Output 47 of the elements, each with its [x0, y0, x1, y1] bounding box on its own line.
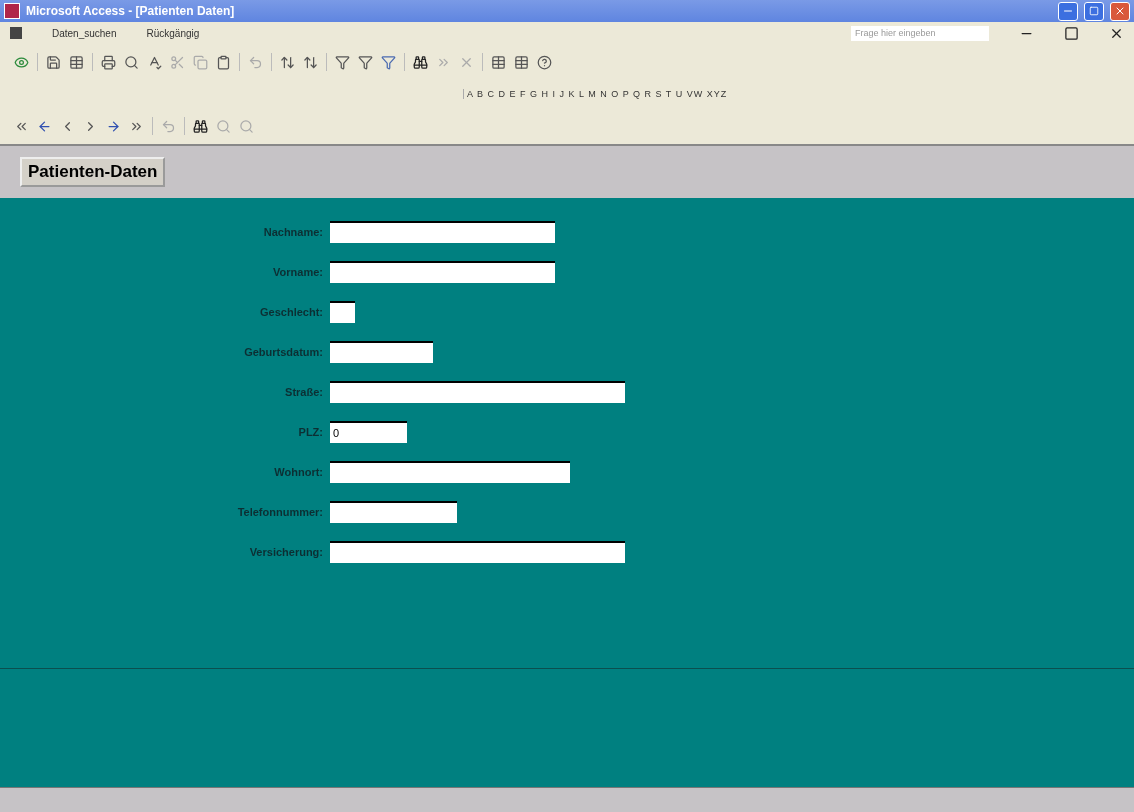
- previous-icon[interactable]: [37, 118, 52, 134]
- restore-icon[interactable]: [1064, 25, 1079, 41]
- field-label: Geburtsdatum:: [243, 346, 324, 358]
- spellcheck-icon[interactable]: [147, 54, 162, 70]
- input-field[interactable]: 0: [330, 421, 407, 443]
- field-label: Versicherung:: [248, 546, 324, 558]
- app-icon: [4, 3, 20, 19]
- filter-icon[interactable]: [335, 54, 350, 70]
- input-field[interactable]: [330, 461, 570, 483]
- next-icon[interactable]: [106, 118, 121, 134]
- form-title-button[interactable]: Patienten-Daten: [20, 157, 166, 187]
- input-field[interactable]: [330, 301, 355, 323]
- field-label: Vorname:: [272, 266, 324, 278]
- window-title: Microsoft Access - [Patienten Daten]: [26, 4, 236, 18]
- close-button[interactable]: [1110, 1, 1130, 21]
- field-label: PLZ:: [297, 426, 324, 438]
- field-label: Wohnort:: [273, 466, 324, 478]
- field-label: Telefonnummer:: [236, 506, 324, 518]
- menu-item[interactable]: Daten_suchen: [52, 27, 117, 39]
- input-field[interactable]: [330, 541, 625, 563]
- field-label: Nachname:: [262, 226, 324, 238]
- view-icon[interactable]: [14, 54, 29, 70]
- alphabet-index[interactable]: A B C D E F G H I J K L M N O P Q R S T U VW XYZ: [463, 89, 728, 99]
- paste-icon[interactable]: [216, 54, 231, 70]
- field-label: Straße:: [284, 386, 324, 398]
- help-icon[interactable]: [537, 54, 552, 70]
- help-search-field[interactable]: Frage hier eingeben: [851, 25, 989, 41]
- save-icon[interactable]: [46, 54, 61, 70]
- restore-button[interactable]: [1084, 1, 1104, 21]
- input-field[interactable]: [330, 221, 555, 243]
- restore-icon: [1089, 6, 1099, 16]
- input-field[interactable]: [330, 381, 625, 403]
- sort-ascending-icon[interactable]: [280, 54, 295, 70]
- binoculars-icon[interactable]: [413, 54, 428, 70]
- sort-descending-icon[interactable]: [303, 54, 318, 70]
- printer-icon[interactable]: [101, 54, 116, 70]
- input-field[interactable]: [330, 261, 555, 283]
- minimize-button[interactable]: [1058, 1, 1078, 21]
- filter-form-icon[interactable]: [358, 54, 373, 70]
- input-field[interactable]: [330, 341, 433, 363]
- apply-filter-icon[interactable]: [381, 54, 396, 70]
- binoculars-icon[interactable]: [193, 118, 208, 134]
- close-icon: [1114, 5, 1126, 17]
- input-field[interactable]: [330, 501, 457, 523]
- menu-item[interactable]: Rückgängig: [146, 27, 200, 39]
- field-label: Geschlecht:: [259, 306, 324, 318]
- table-icon[interactable]: [69, 54, 84, 70]
